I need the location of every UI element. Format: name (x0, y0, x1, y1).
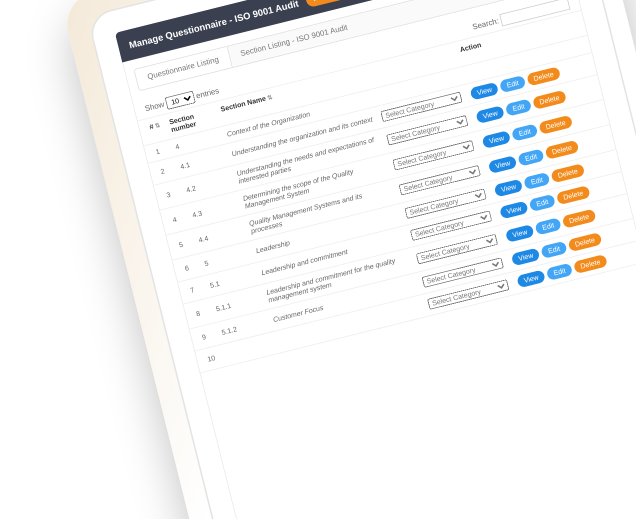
delete-button[interactable]: Delete (526, 66, 561, 86)
delete-button[interactable]: Delete (556, 185, 591, 205)
edit-button[interactable]: Edit (523, 172, 550, 190)
view-button[interactable]: View (499, 201, 529, 220)
row-index: 9 (201, 330, 217, 341)
delete-button[interactable]: Delete (562, 209, 597, 229)
row-section-number: 4.3 (192, 200, 239, 219)
view-button[interactable]: View (511, 247, 541, 266)
row-section-number: 5.1 (209, 271, 256, 290)
delete-button[interactable]: Delete (544, 140, 579, 160)
view-button[interactable]: View (475, 105, 505, 124)
screen: Manage Questionnaire - ISO 9001 Audit Ad… (115, 0, 636, 519)
row-index: 3 (166, 188, 182, 199)
row-index: 10 (207, 352, 223, 363)
row-section-number: 4.1 (179, 152, 226, 171)
view-button[interactable]: View (494, 179, 524, 198)
row-section-number: 4.4 (198, 225, 245, 244)
row-section-number: 5.1.1 (215, 294, 262, 313)
edit-button[interactable]: Edit (518, 148, 545, 166)
row-index: 7 (189, 283, 205, 294)
row-index: 4 (172, 213, 188, 224)
edit-button[interactable]: Edit (541, 241, 568, 259)
edit-button[interactable]: Edit (511, 123, 538, 141)
row-index: 1 (155, 145, 171, 156)
row-section-number (227, 343, 272, 354)
col-index[interactable]: #⇅ (149, 120, 166, 139)
delete-button[interactable]: Delete (538, 115, 573, 135)
sort-icon: ⇅ (267, 94, 274, 102)
edit-button[interactable]: Edit (529, 194, 556, 212)
edit-button[interactable]: Edit (499, 75, 526, 93)
delete-button[interactable]: Delete (573, 254, 608, 274)
delete-button[interactable]: Delete (550, 163, 585, 183)
row-index: 5 (178, 238, 194, 249)
view-button[interactable]: View (505, 224, 535, 243)
edit-button[interactable]: Edit (535, 217, 562, 235)
edit-button[interactable]: Edit (546, 263, 573, 281)
row-index: 8 (195, 307, 211, 318)
tablet-frame: Manage Questionnaire - ISO 9001 Audit Ad… (60, 0, 636, 519)
edit-button[interactable]: Edit (505, 99, 532, 117)
row-section-number: 5.1.2 (221, 318, 268, 337)
view-button[interactable]: View (470, 82, 500, 101)
row-section-number: 5 (204, 249, 251, 268)
view-button[interactable]: View (488, 155, 518, 174)
sort-icon: ⇅ (154, 122, 161, 130)
view-button[interactable]: View (516, 269, 546, 288)
view-button[interactable]: View (482, 130, 512, 149)
row-index: 2 (160, 165, 176, 176)
add-new-button[interactable]: Add new (304, 0, 354, 8)
row-index: 6 (184, 262, 200, 273)
row-section-number: 4.2 (185, 175, 232, 194)
delete-button[interactable]: Delete (568, 232, 603, 252)
delete-button[interactable]: Delete (532, 90, 567, 110)
